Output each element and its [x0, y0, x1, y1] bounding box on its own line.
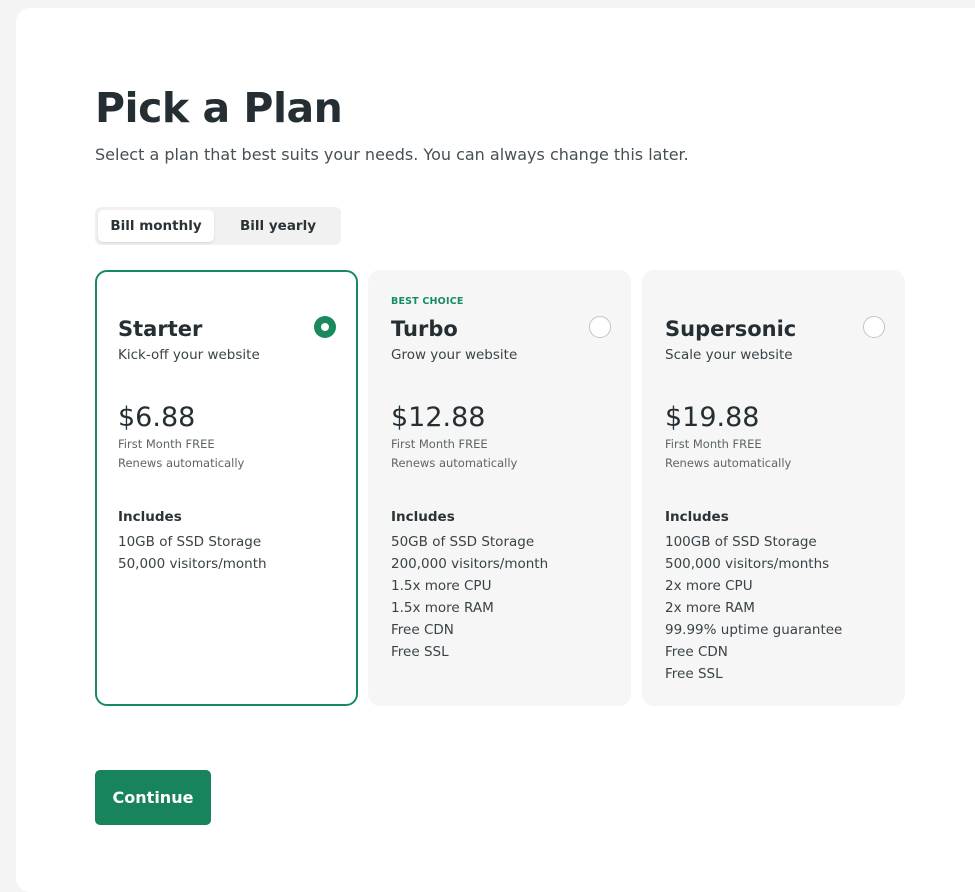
- feature-item: 10GB of SSD Storage: [118, 534, 262, 550]
- includes-label: Includes: [118, 509, 182, 525]
- feature-list: 50GB of SSD Storage 200,000 visitors/mon…: [391, 531, 548, 663]
- feature-item: Free CDN: [391, 622, 454, 638]
- plan-card-starter[interactable]: Starter Kick-off your website $6.88 Firs…: [95, 270, 358, 706]
- plan-radio-turbo[interactable]: [589, 316, 611, 338]
- renewal-note: Renews automatically: [665, 456, 792, 470]
- feature-item: 200,000 visitors/month: [391, 556, 549, 572]
- plan-price: $19.88: [665, 402, 760, 433]
- renewal-note: Renews automatically: [391, 456, 518, 470]
- plan-tagline: Grow your website: [391, 347, 518, 363]
- first-month-note: First Month FREE: [391, 437, 488, 451]
- page-subtitle: Select a plan that best suits your needs…: [95, 145, 689, 164]
- page-title: Pick a Plan: [95, 84, 343, 132]
- plan-name: Starter: [118, 317, 203, 341]
- feature-item: 1.5x more CPU: [391, 578, 492, 594]
- plan-radio-starter[interactable]: [314, 316, 336, 338]
- feature-item: Free SSL: [391, 644, 449, 660]
- feature-item: 1.5x more RAM: [391, 600, 494, 616]
- feature-item: 99.99% uptime guarantee: [665, 622, 843, 638]
- plan-picker-panel: Pick a Plan Select a plan that best suit…: [16, 8, 975, 892]
- plan-name: Turbo: [391, 317, 458, 341]
- feature-item: Free SSL: [665, 666, 723, 682]
- first-month-note: First Month FREE: [665, 437, 762, 451]
- plan-price: $6.88: [118, 402, 196, 433]
- feature-item: 2x more RAM: [665, 600, 755, 616]
- plan-price: $12.88: [391, 402, 486, 433]
- plan-tagline: Kick-off your website: [118, 347, 260, 363]
- feature-item: 50GB of SSD Storage: [391, 534, 535, 550]
- renewal-note: Renews automatically: [118, 456, 245, 470]
- first-month-note: First Month FREE: [118, 437, 215, 451]
- includes-label: Includes: [391, 509, 455, 525]
- plan-card-supersonic[interactable]: Supersonic Scale your website $19.88 Fir…: [642, 270, 905, 706]
- feature-list: 10GB of SSD Storage 50,000 visitors/mont…: [118, 531, 267, 575]
- plan-radio-supersonic[interactable]: [863, 316, 885, 338]
- feature-item: 100GB of SSD Storage: [665, 534, 817, 550]
- plan-card-turbo[interactable]: BEST CHOICE Turbo Grow your website $12.…: [368, 270, 631, 706]
- includes-label: Includes: [665, 509, 729, 525]
- feature-item: 2x more CPU: [665, 578, 753, 594]
- feature-list: 100GB of SSD Storage 500,000 visitors/mo…: [665, 531, 842, 685]
- plan-name: Supersonic: [665, 317, 797, 341]
- feature-item: 500,000 visitors/months: [665, 556, 830, 572]
- billing-period-toggle: Bill monthly Bill yearly: [95, 207, 341, 245]
- bill-yearly-button[interactable]: Bill yearly: [219, 210, 337, 242]
- feature-item: 50,000 visitors/month: [118, 556, 267, 572]
- continue-button[interactable]: Continue: [95, 770, 211, 825]
- plan-tagline: Scale your website: [665, 347, 793, 363]
- best-choice-badge: BEST CHOICE: [391, 296, 464, 307]
- feature-item: Free CDN: [665, 644, 728, 660]
- bill-monthly-button[interactable]: Bill monthly: [98, 210, 214, 242]
